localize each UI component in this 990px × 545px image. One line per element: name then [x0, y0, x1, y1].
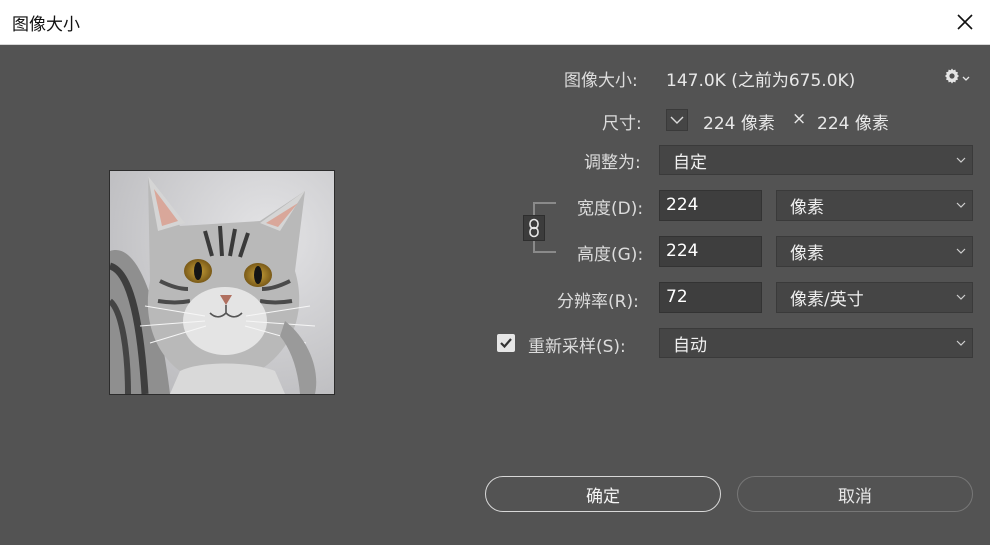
image-preview[interactable]	[109, 170, 335, 395]
resample-value: 自动	[673, 335, 707, 356]
settings-button[interactable]	[943, 67, 970, 85]
height-label: 高度(G):	[577, 245, 644, 265]
chevron-down-icon	[956, 157, 966, 163]
fit-to-dropdown[interactable]: 自定	[659, 145, 973, 175]
ok-button[interactable]: 确定	[485, 476, 721, 512]
dimensions-times-sign: ×	[792, 109, 807, 129]
width-label: 宽度(D):	[577, 199, 644, 219]
checkmark-icon	[500, 338, 512, 349]
width-input[interactable]: 224	[659, 190, 762, 221]
close-icon	[957, 14, 973, 30]
gear-icon	[945, 68, 959, 84]
dialog-title: 图像大小	[12, 15, 80, 35]
width-unit-value: 像素	[790, 198, 824, 218]
dimensions-height-value: 224 像素	[817, 114, 889, 134]
resample-dropdown[interactable]: 自动	[659, 328, 973, 358]
chevron-down-icon	[962, 76, 970, 81]
image-size-label: 图像大小:	[564, 71, 638, 91]
resolution-unit-value: 像素/英寸	[790, 290, 864, 310]
resample-label: 重新采样(S):	[528, 337, 626, 357]
constrain-proportions-button[interactable]	[523, 215, 545, 241]
dimensions-dropdown[interactable]	[666, 109, 688, 131]
image-size-value: 147.0K (之前为675.0K)	[666, 71, 856, 91]
cancel-button[interactable]: 取消	[737, 476, 973, 512]
resample-checkbox[interactable]	[497, 334, 515, 352]
title-bar: 图像大小	[0, 0, 990, 45]
resolution-unit-dropdown[interactable]: 像素/英寸	[776, 282, 973, 313]
width-unit-dropdown[interactable]: 像素	[776, 190, 973, 221]
chevron-down-icon	[956, 340, 966, 346]
chevron-down-icon	[670, 116, 684, 124]
resolution-input[interactable]: 72	[659, 282, 762, 313]
resolution-label: 分辨率(R):	[557, 292, 639, 312]
dimensions-label: 尺寸:	[602, 114, 642, 134]
chevron-down-icon	[956, 202, 966, 208]
chevron-down-icon	[956, 294, 966, 300]
height-unit-value: 像素	[790, 244, 824, 264]
cat-preview-image	[110, 171, 334, 394]
chevron-down-icon	[956, 248, 966, 254]
height-input[interactable]: 224	[659, 236, 762, 267]
close-button[interactable]	[940, 0, 990, 44]
chain-link-icon	[529, 218, 539, 238]
dimensions-width-value: 224 像素	[703, 114, 775, 134]
height-unit-dropdown[interactable]: 像素	[776, 236, 973, 267]
fit-to-label: 调整为:	[584, 153, 641, 173]
fit-to-value: 自定	[673, 152, 707, 173]
